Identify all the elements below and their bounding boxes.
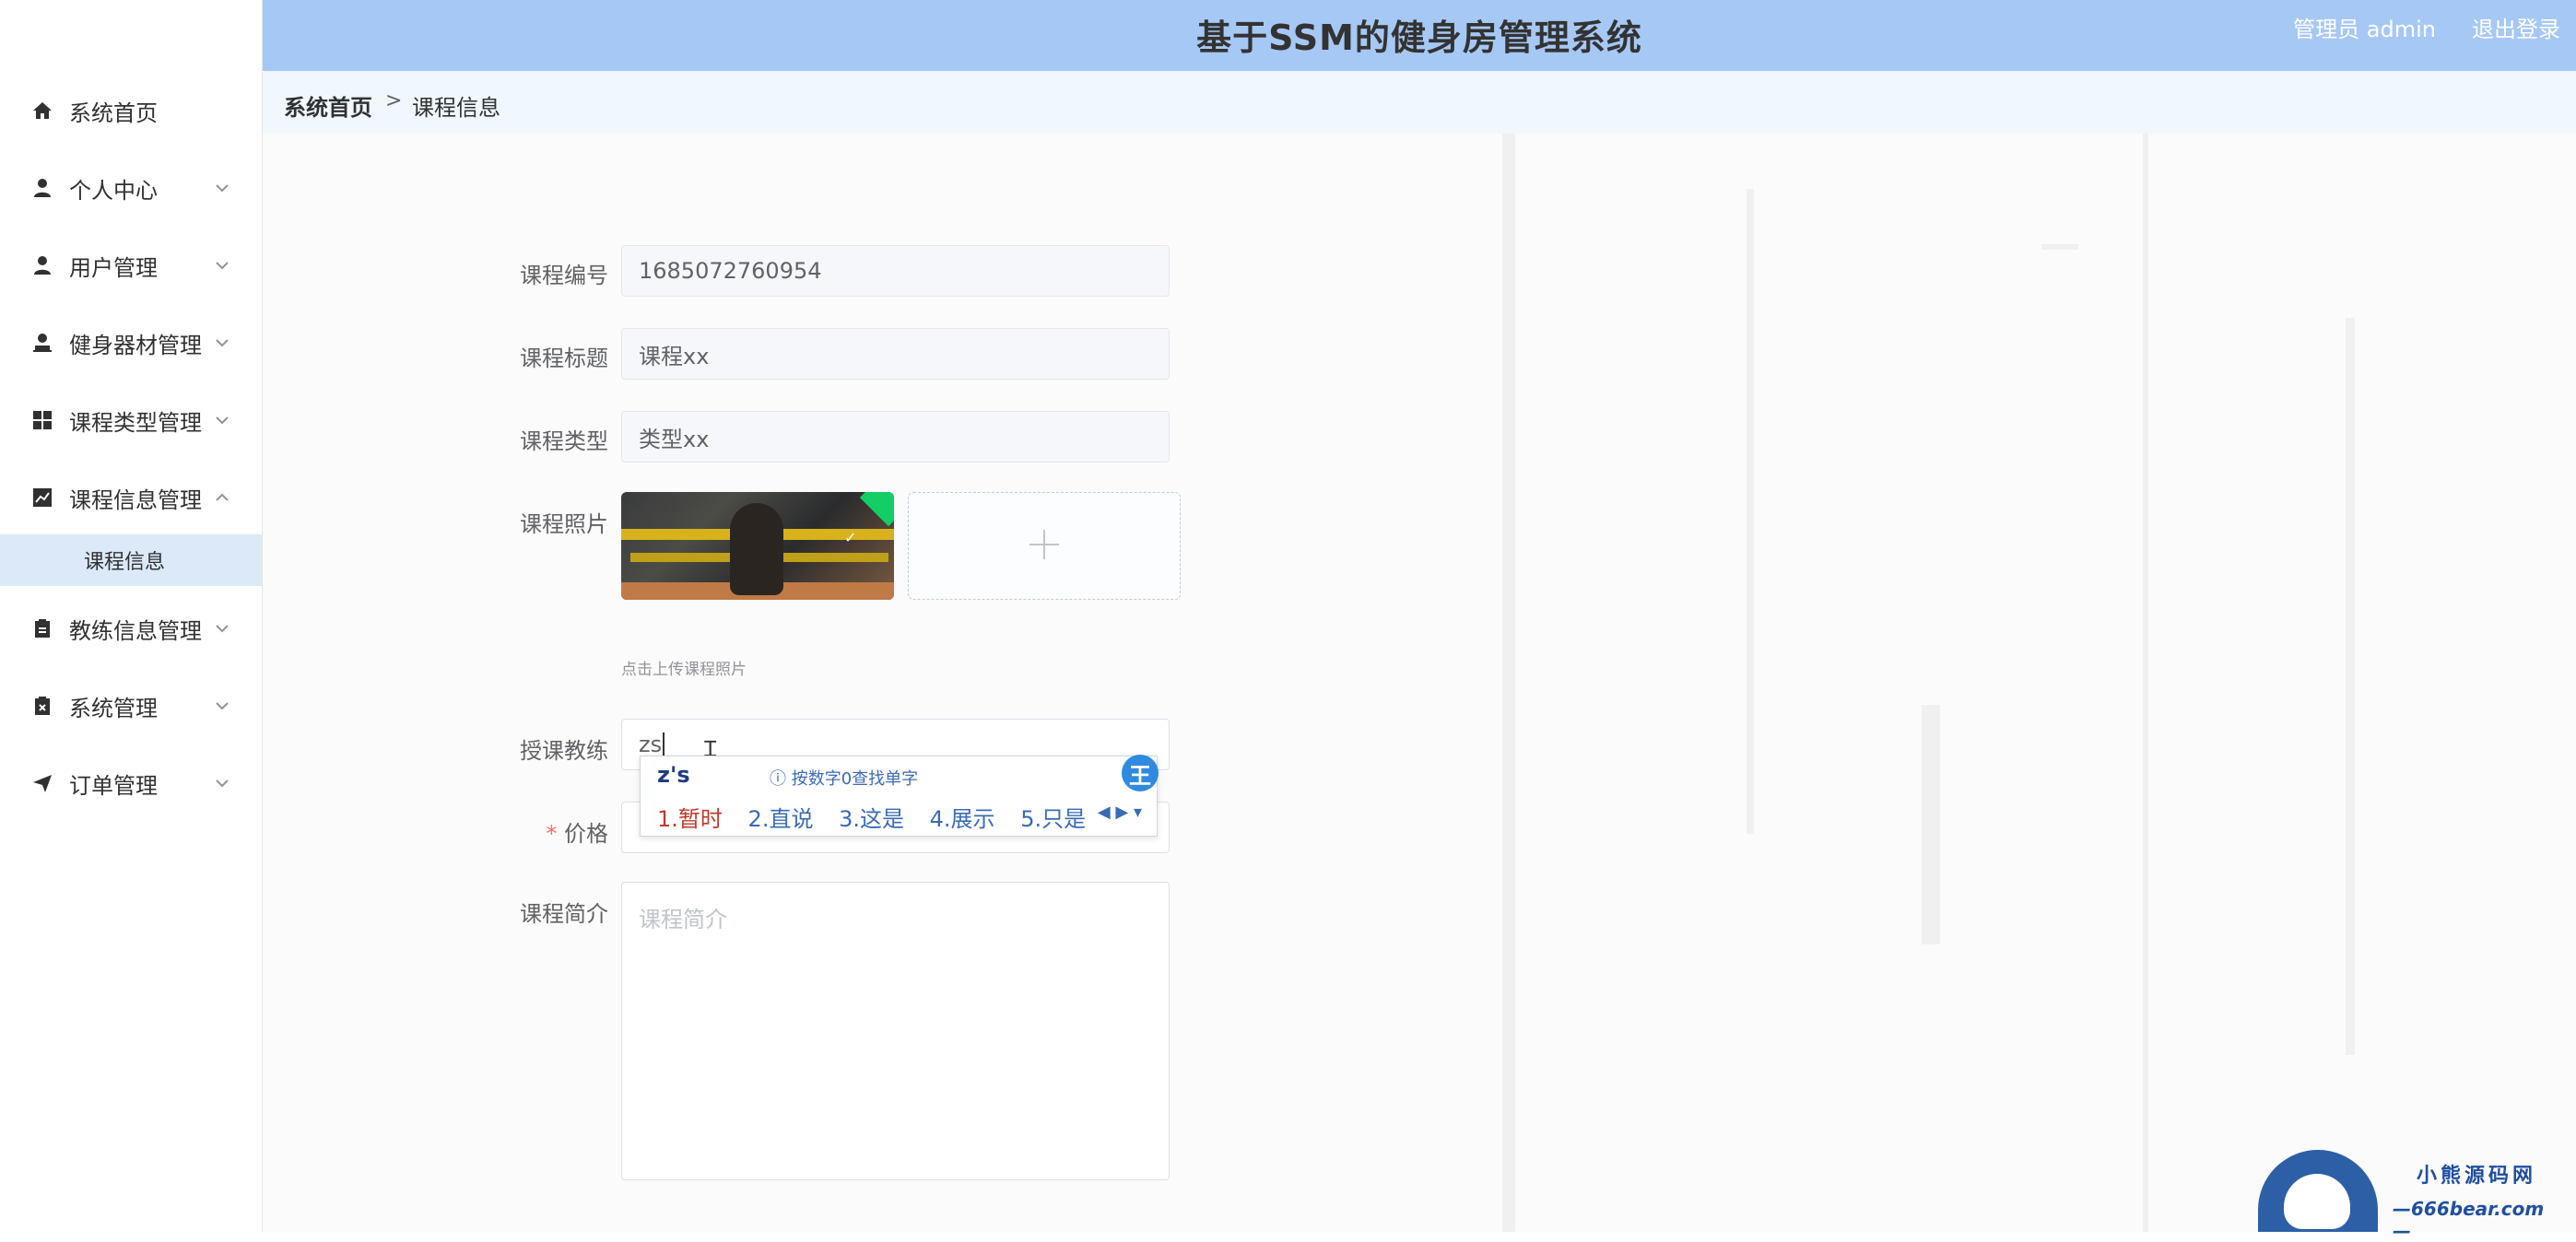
required-mark: * bbox=[546, 821, 558, 847]
sidebar-item-users[interactable]: 用户管理 bbox=[0, 227, 262, 304]
breadcrumb-home[interactable]: 系统首页 bbox=[284, 89, 372, 122]
check-icon: ✓ bbox=[844, 529, 857, 546]
sidebar-item-label: 订单管理 bbox=[69, 772, 158, 799]
chevron-down-icon bbox=[214, 334, 230, 351]
user-label: 管理员 admin bbox=[2293, 17, 2436, 42]
sidebar-item-label: 健身器材管理 bbox=[69, 332, 202, 358]
chevron-down-icon bbox=[214, 775, 230, 791]
background-texture bbox=[1747, 189, 1754, 834]
sidebar-item-label: 课程类型管理 bbox=[69, 409, 202, 436]
price-label-text: 价格 bbox=[564, 821, 608, 847]
sidebar-item-label: 课程信息管理 bbox=[69, 486, 202, 513]
ime-candidate-popup: z's ⓘ 按数字0查找单字 1.暂时 2.直说 3.这是 4.展示 5.只是 … bbox=[640, 755, 1159, 837]
breadcrumb-current: 课程信息 bbox=[412, 95, 500, 121]
price-label: * 价格 bbox=[470, 815, 608, 848]
clipboard-icon bbox=[31, 617, 53, 639]
user-icon bbox=[31, 177, 53, 199]
sidebar-item-course-types[interactable]: 课程类型管理 bbox=[0, 381, 262, 459]
page-title: 基于SSM的健身房管理系统 bbox=[1196, 18, 1642, 58]
user-icon bbox=[31, 254, 53, 276]
logout-link[interactable]: 退出登录 bbox=[2472, 11, 2560, 43]
ime-candidates: 1.暂时 2.直说 3.这是 4.展示 5.只是 bbox=[657, 801, 1104, 833]
ime-help-text: 按数字0查找单字 bbox=[791, 769, 919, 789]
course-no-value: 1685072760954 bbox=[639, 258, 822, 284]
sidebar: 系统首页 个人中心 用户管理 健身器材管理 课程类型管理 课程信息管理 课程信息… bbox=[0, 0, 263, 1232]
upload-photo-button[interactable] bbox=[908, 492, 1181, 600]
course-photo-thumbnail[interactable]: ✓ bbox=[621, 492, 894, 600]
plus-icon bbox=[1026, 526, 1063, 567]
chevron-down-icon bbox=[214, 257, 230, 274]
ime-candidate[interactable]: 4.展示 bbox=[930, 806, 995, 832]
chart-icon bbox=[31, 486, 53, 509]
home-icon bbox=[31, 100, 53, 122]
sidebar-item-home[interactable]: 系统首页 bbox=[0, 72, 262, 149]
sidebar-item-label: 系统管理 bbox=[69, 695, 158, 721]
sidebar-item-personal[interactable]: 个人中心 bbox=[0, 149, 262, 227]
ime-logo: 王 bbox=[1122, 755, 1159, 791]
intro-placeholder: 课程简介 bbox=[639, 907, 727, 932]
sidebar-item-label: 教练信息管理 bbox=[69, 617, 202, 644]
background-texture bbox=[2346, 318, 2355, 1055]
chevron-down-icon bbox=[214, 697, 230, 714]
course-photo-label: 课程照片 bbox=[520, 511, 608, 537]
ime-candidate[interactable]: 1.暂时 bbox=[657, 806, 723, 832]
watermark: 小熊源码网 —666bear.com— bbox=[2258, 1150, 2562, 1242]
sidebar-subitem-label: 课程信息 bbox=[84, 551, 166, 574]
course-type-field[interactable]: 类型xx bbox=[621, 411, 1170, 463]
chevron-down-icon bbox=[214, 412, 230, 428]
course-type-label: 课程类型 bbox=[520, 428, 608, 454]
sidebar-item-equipment[interactable]: 健身器材管理 bbox=[0, 304, 262, 381]
top-header: 基于SSM的健身房管理系统 管理员 admin 退出登录 bbox=[263, 0, 2576, 71]
sidebar-item-course-info[interactable]: 课程信息管理 bbox=[0, 459, 262, 536]
breadcrumb: 系统首页 > 课程信息 bbox=[263, 71, 2576, 135]
grid-icon bbox=[31, 409, 53, 431]
ime-composition: z's bbox=[657, 762, 690, 788]
coach-value: zs bbox=[639, 732, 663, 757]
text-caret bbox=[663, 732, 665, 756]
background-texture bbox=[2143, 134, 2148, 1232]
course-title-field[interactable]: 课程xx bbox=[621, 328, 1170, 380]
user-stamp-icon bbox=[31, 332, 53, 354]
bear-logo bbox=[2258, 1150, 2378, 1232]
background-texture bbox=[1922, 705, 1940, 944]
course-type-value: 类型xx bbox=[639, 426, 710, 452]
sidebar-item-label: 系统首页 bbox=[69, 100, 158, 126]
background-texture bbox=[2041, 244, 2078, 250]
course-no-field[interactable]: 1685072760954 bbox=[621, 245, 1170, 297]
sidebar-item-label: 用户管理 bbox=[69, 254, 158, 281]
course-title-value: 课程xx bbox=[639, 343, 710, 369]
course-title-label: 课程标题 bbox=[520, 346, 608, 371]
bear-face bbox=[2284, 1174, 2350, 1229]
intro-label: 课程简介 bbox=[520, 901, 608, 927]
photo-figure bbox=[730, 503, 783, 595]
breadcrumb-separator: > bbox=[385, 89, 403, 112]
watermark-url: —666bear.com— bbox=[2393, 1198, 2545, 1242]
chevron-down-icon bbox=[214, 620, 230, 637]
watermark-title: 小熊源码网 bbox=[2417, 1165, 2537, 1188]
chevron-down-icon bbox=[214, 180, 230, 196]
ime-candidate[interactable]: 2.直说 bbox=[748, 806, 814, 832]
ime-candidate[interactable]: 5.只是 bbox=[1020, 806, 1086, 832]
sidebar-item-system[interactable]: 系统管理 bbox=[0, 667, 262, 744]
upload-success-corner bbox=[859, 492, 894, 527]
sidebar-item-orders[interactable]: 订单管理 bbox=[0, 744, 262, 822]
coach-label: 授课教练 bbox=[520, 738, 608, 764]
chevron-up-icon bbox=[214, 489, 230, 506]
ime-page-arrows[interactable]: ◀ ▶ ▾ bbox=[1098, 803, 1142, 822]
content-area bbox=[263, 134, 2576, 1232]
background-texture bbox=[1502, 134, 1515, 1232]
sidebar-item-label: 个人中心 bbox=[69, 177, 158, 204]
upload-hint: 点击上传课程照片 bbox=[621, 661, 747, 679]
send-icon bbox=[31, 772, 53, 794]
ime-help: ⓘ 按数字0查找单字 bbox=[770, 769, 919, 789]
course-no-label: 课程编号 bbox=[520, 263, 608, 288]
ime-candidate[interactable]: 3.这是 bbox=[839, 806, 904, 832]
sidebar-item-coaches[interactable]: 教练信息管理 bbox=[0, 590, 262, 667]
sidebar-subitem-course-info[interactable]: 课程信息 bbox=[0, 534, 262, 586]
clipboard-x-icon bbox=[31, 695, 53, 717]
intro-textarea[interactable]: 课程简介 bbox=[621, 882, 1170, 1180]
